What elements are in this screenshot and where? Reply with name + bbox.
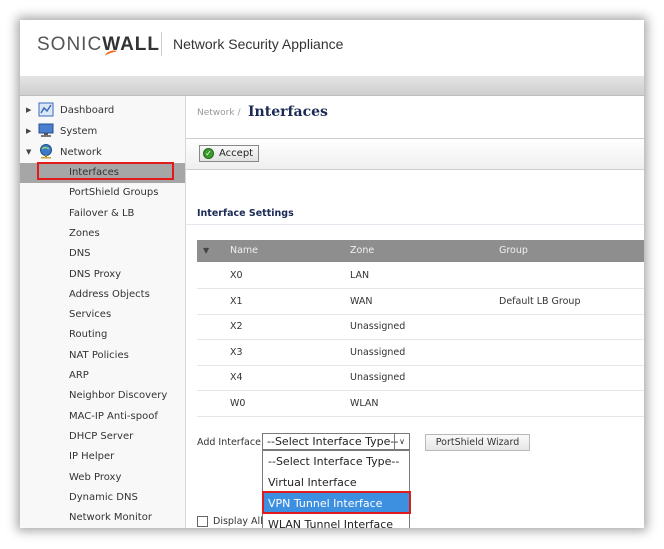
cell-name: X4 [230, 372, 243, 384]
cell-zone: Unassigned [350, 372, 406, 384]
sonicwall-logo: SONICWALL [37, 34, 160, 59]
page-title: Interfaces [248, 104, 328, 120]
portshield-wizard-button[interactable]: PortShield Wizard [425, 434, 530, 451]
cell-name: X1 [230, 295, 243, 307]
dropdown-option[interactable]: Virtual Interface [263, 472, 409, 493]
cell-zone: Unassigned [350, 346, 406, 358]
column-header-zone[interactable]: Zone [350, 245, 374, 256]
section-divider [186, 224, 644, 225]
toolbar: ✓ Accept [186, 138, 644, 170]
interfaces-highlight-box [37, 162, 174, 180]
expand-arrow-icon[interactable]: ▶ [26, 127, 31, 135]
sidebar-subitem[interactable]: Web Proxy [20, 468, 185, 488]
sidebar-subitem[interactable]: Network Monitor [20, 508, 185, 528]
sidebar-subitem[interactable]: Address Objects [20, 285, 185, 305]
breadcrumb[interactable]: Network / [197, 108, 240, 118]
sidebar-subitem[interactable]: Services [20, 305, 185, 325]
table-row[interactable]: X0 LAN [197, 263, 644, 289]
interface-type-dropdown: --Select Interface Type-- Virtual Interf… [262, 450, 411, 528]
sidebar-item-dashboard[interactable]: ▶ Dashboard [20, 101, 185, 121]
sidebar-subitem[interactable]: Neighbor Discovery [20, 386, 185, 406]
expand-arrow-icon[interactable]: ▶ [26, 106, 31, 114]
display-all-checkbox[interactable] [197, 516, 208, 527]
top-header: SONICWALL Network Security Appliance [20, 20, 644, 76]
table-row[interactable]: X1 WAN Default LB Group [197, 289, 644, 315]
sidebar-subitem[interactable]: Zones [20, 224, 185, 244]
cell-name: X3 [230, 346, 243, 358]
sidebar-subitem[interactable]: Failover & LB [20, 204, 185, 224]
cell-zone: WLAN [350, 398, 379, 409]
column-header-group[interactable]: Group [499, 245, 528, 256]
nav-bar [20, 76, 644, 96]
sidebar-subitem[interactable]: Dynamic DNS [20, 488, 185, 508]
cell-name: W0 [230, 398, 246, 409]
collapse-arrow-icon[interactable]: ▼ [26, 148, 31, 156]
dropdown-option[interactable]: --Select Interface Type-- [263, 451, 409, 472]
sidebar-subitem[interactable]: DNS Proxy [20, 265, 185, 285]
sidebar-item-network[interactable]: ▼ Network [20, 143, 185, 163]
table-row[interactable]: X3 Unassigned [197, 340, 644, 366]
table-row[interactable]: W0 WLAN [197, 391, 644, 417]
logo-divider [161, 32, 162, 56]
cell-name: X2 [230, 321, 243, 333]
dropdown-option[interactable]: WLAN Tunnel Interface [263, 514, 409, 528]
product-name: Network Security Appliance [173, 36, 344, 52]
checkmark-icon: ✓ [203, 148, 214, 159]
sort-arrow-icon[interactable]: ▼ [203, 246, 209, 255]
sidebar-subitem[interactable]: MAC-IP Anti-spoof [20, 407, 185, 427]
sidebar-subitem[interactable]: Routing [20, 325, 185, 345]
sidebar-subitem[interactable]: ARP [20, 366, 185, 386]
sidebar-subitem[interactable]: NAT Policies [20, 346, 185, 366]
dashboard-icon [38, 102, 54, 117]
table-row[interactable]: X2 Unassigned [197, 314, 644, 341]
sidebar-subitem[interactable]: DHCP Server [20, 427, 185, 447]
sidebar-subitem[interactable]: PortShield Groups [20, 183, 185, 203]
globe-icon [40, 144, 52, 159]
sidebar-subitem[interactable]: IP Helper [20, 447, 185, 467]
sidebar: ▶ Dashboard ▶ System ▼ Network Interface… [20, 96, 186, 528]
cell-zone: Unassigned [350, 321, 406, 333]
section-title: Interface Settings [197, 208, 294, 219]
monitor-icon [38, 123, 54, 137]
add-interface-label: Add Interface: [197, 437, 265, 448]
sidebar-subitem[interactable]: DNS [20, 244, 185, 264]
display-all-label: Display All T [213, 516, 263, 527]
cell-group: Default LB Group [499, 295, 581, 307]
column-header-name[interactable]: Name [230, 245, 258, 256]
interface-type-select[interactable]: --Select Interface Type-- ∨ [262, 433, 410, 450]
app-window: SONICWALL Network Security Appliance ▶ D… [20, 20, 644, 528]
accept-button[interactable]: ✓ Accept [199, 145, 259, 162]
cell-zone: LAN [350, 270, 370, 281]
vpn-option-highlight-box [262, 491, 411, 514]
cell-name: X0 [230, 270, 243, 281]
cell-zone: WAN [350, 295, 373, 307]
chevron-down-icon[interactable]: ∨ [394, 434, 409, 449]
main-content: Network / Interfaces ✓ Accept Interface … [186, 96, 644, 528]
sidebar-item-system[interactable]: ▶ System [20, 122, 185, 142]
table-header: ▼ Name Zone Group [197, 240, 644, 262]
table-row[interactable]: X4 Unassigned [197, 365, 644, 392]
